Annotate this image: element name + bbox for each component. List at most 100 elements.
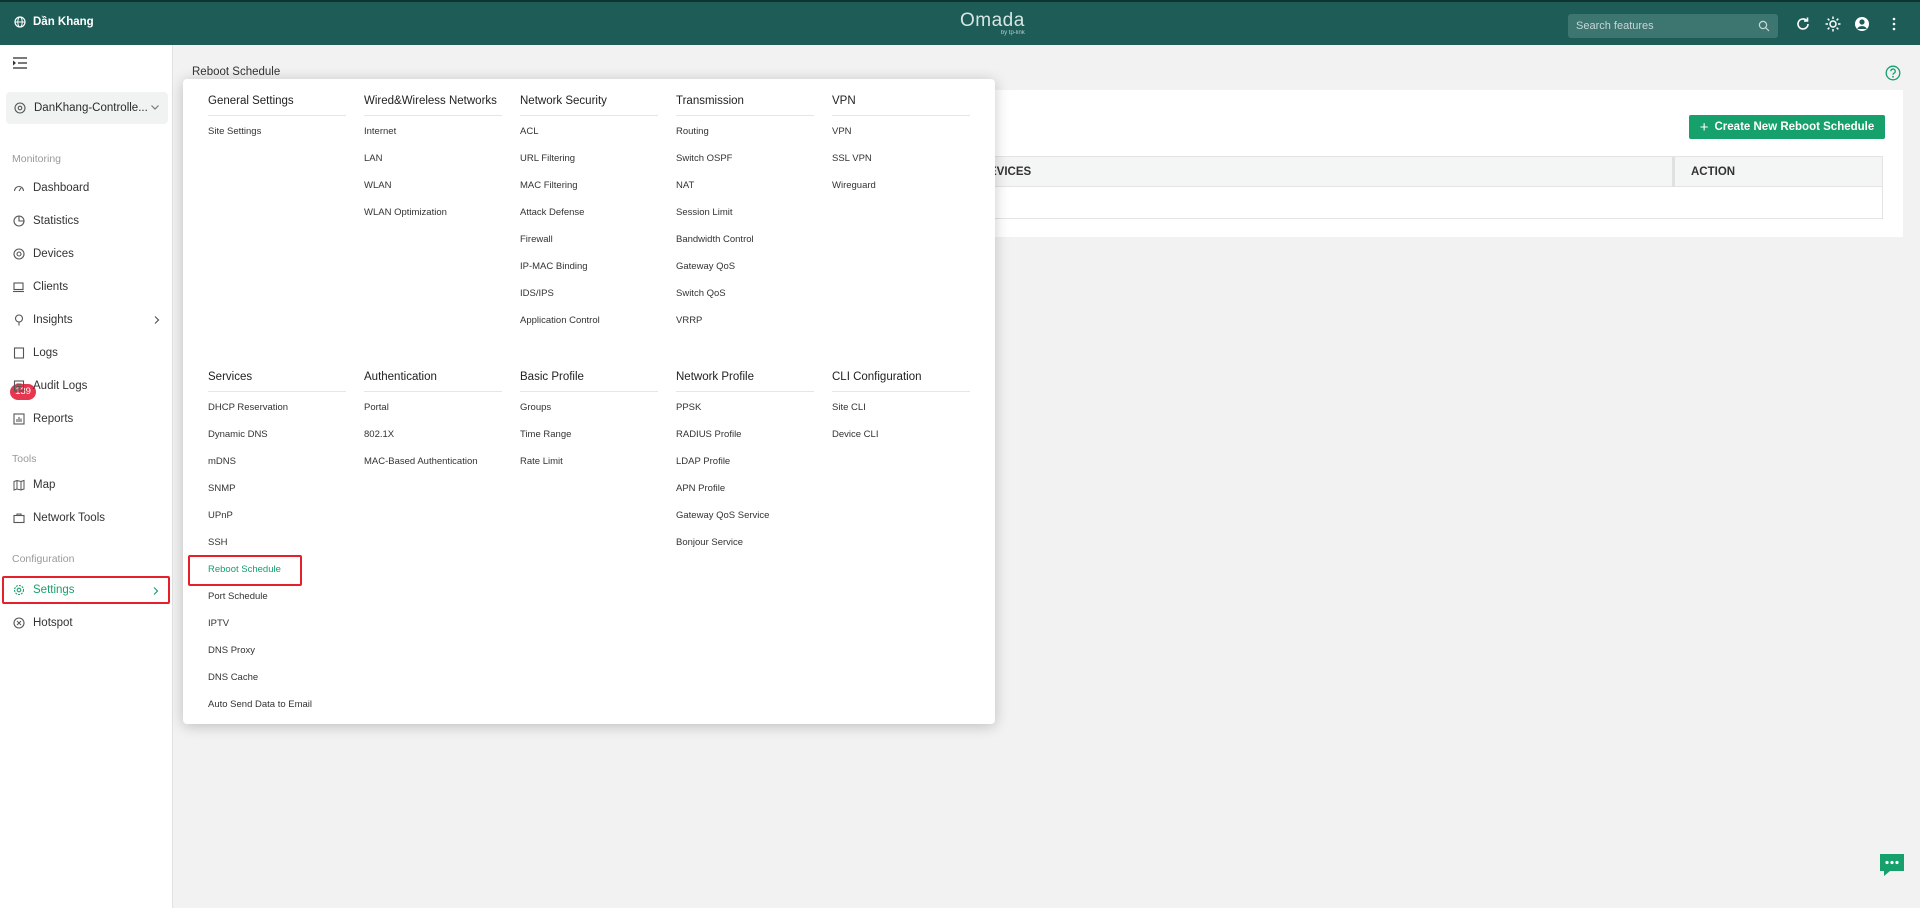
site-select[interactable]: DanKhang-Controlle... (6, 92, 168, 124)
menu-item-acl[interactable]: ACL (520, 122, 658, 149)
menu-item-apn-profile[interactable]: APN Profile (676, 479, 814, 506)
menu-item-radius-profile[interactable]: RADIUS Profile (676, 425, 814, 452)
menu-item-dynamic-dns[interactable]: Dynamic DNS (208, 425, 346, 452)
bar-chart-icon (13, 413, 25, 425)
table-header: EVICES ACTION (979, 157, 1882, 187)
menu-item-lan[interactable]: LAN (364, 149, 502, 176)
menu-item-switch-qos[interactable]: Switch QoS (676, 284, 814, 311)
column-devices: EVICES (989, 166, 1032, 178)
section-configuration: Configuration (12, 553, 75, 565)
menu-item-url-filtering[interactable]: URL Filtering (520, 149, 658, 176)
sidebar-item-label: Audit Logs (33, 380, 88, 392)
refresh-icon[interactable] (1795, 16, 1811, 32)
sidebar-item-audit-logs[interactable]: Audit Logs (4, 373, 169, 399)
map-icon (13, 479, 25, 491)
menu-item-switch-ospf[interactable]: Switch OSPF (676, 149, 814, 176)
location-pin-icon (14, 102, 26, 114)
menu-column-network-profile: Network Profile PPSK RADIUS Profile LDAP… (676, 370, 814, 560)
menu-item-internet[interactable]: Internet (364, 122, 502, 149)
sidebar-item-insights[interactable]: Insights (4, 307, 169, 333)
menu-column-title: CLI Configuration (832, 370, 970, 392)
theme-sun-icon[interactable] (1825, 16, 1841, 32)
chat-support-icon[interactable] (1878, 852, 1906, 878)
menu-item-groups[interactable]: Groups (520, 398, 658, 425)
sidebar: DanKhang-Controlle... Monitoring Dashboa… (0, 45, 173, 908)
menu-item-wireguard[interactable]: Wireguard (832, 176, 970, 203)
menu-item-portal[interactable]: Portal (364, 398, 502, 425)
menu-item-firewall[interactable]: Firewall (520, 230, 658, 257)
menu-item-dhcp-reservation[interactable]: DHCP Reservation (208, 398, 346, 425)
menu-item-vrrp[interactable]: VRRP (676, 311, 814, 338)
more-vertical-icon[interactable] (1886, 16, 1902, 32)
sidebar-item-map[interactable]: Map (4, 472, 169, 498)
menu-item-snmp[interactable]: SNMP (208, 479, 346, 506)
menu-item-bonjour-service[interactable]: Bonjour Service (676, 533, 814, 560)
sidebar-item-dashboard[interactable]: Dashboard (4, 175, 169, 201)
menu-item-nat[interactable]: NAT (676, 176, 814, 203)
menu-item-mdns[interactable]: mDNS (208, 452, 346, 479)
sidebar-item-label: Logs (33, 347, 58, 359)
menu-item-session-limit[interactable]: Session Limit (676, 203, 814, 230)
menu-item-iptv[interactable]: IPTV (208, 614, 346, 641)
sidebar-item-network-tools[interactable]: Network Tools (4, 505, 169, 531)
menu-item-application-control[interactable]: Application Control (520, 311, 658, 338)
menu-item-reboot-schedule[interactable]: Reboot Schedule (188, 555, 346, 587)
menu-item-ids-ips[interactable]: IDS/IPS (520, 284, 658, 311)
sidebar-item-clients[interactable]: Clients (4, 274, 169, 300)
menu-item-device-cli[interactable]: Device CLI (832, 425, 970, 452)
sidebar-item-devices[interactable]: Devices (4, 241, 169, 267)
menu-item-vpn[interactable]: VPN (832, 122, 970, 149)
menu-item-upnp[interactable]: UPnP (208, 506, 346, 533)
menu-item-mac-based-auth[interactable]: MAC-Based Authentication (364, 452, 502, 479)
sidebar-item-logs[interactable]: Logs (4, 340, 169, 366)
menu-column-general-settings: General Settings Site Settings (208, 94, 346, 149)
sidebar-item-statistics[interactable]: Statistics (4, 208, 169, 234)
menu-item-routing[interactable]: Routing (676, 122, 814, 149)
menu-item-site-settings[interactable]: Site Settings (208, 122, 346, 149)
section-monitoring: Monitoring (12, 153, 62, 165)
menu-column-title: Wired&Wireless Networks (364, 94, 502, 116)
search-input[interactable]: Search features (1568, 14, 1778, 38)
sidebar-item-hotspot[interactable]: Hotspot (4, 610, 169, 636)
chevron-right-icon (153, 587, 159, 595)
menu-item-rate-limit[interactable]: Rate Limit (520, 452, 658, 479)
menu-item-gateway-qos[interactable]: Gateway QoS (676, 257, 814, 284)
sidebar-item-label: Dashboard (33, 182, 90, 194)
sidebar-item-label: Map (33, 479, 56, 491)
toolbox-icon (13, 513, 25, 524)
menu-item-gateway-qos-service[interactable]: Gateway QoS Service (676, 506, 814, 533)
sidebar-item-label: Devices (33, 248, 74, 260)
chevron-right-icon (154, 316, 160, 324)
menu-item-ssl-vpn[interactable]: SSL VPN (832, 149, 970, 176)
dashboard-icon (13, 185, 25, 192)
menu-item-wlan[interactable]: WLAN (364, 176, 502, 203)
create-reboot-schedule-button[interactable]: + Create New Reboot Schedule (1689, 115, 1885, 139)
menu-column-cli-configuration: CLI Configuration Site CLI Device CLI (832, 370, 970, 452)
menu-item-site-cli[interactable]: Site CLI (832, 398, 970, 425)
menu-item-wlan-optimization[interactable]: WLAN Optimization (364, 203, 502, 230)
column-resize-handle[interactable] (1672, 157, 1675, 187)
menu-item-ip-mac-binding[interactable]: IP-MAC Binding (520, 257, 658, 284)
site-select-value: DanKhang-Controlle... (34, 102, 148, 114)
help-icon[interactable] (1885, 65, 1901, 81)
menu-item-dns-proxy[interactable]: DNS Proxy (208, 641, 346, 668)
menu-item-time-range[interactable]: Time Range (520, 425, 658, 452)
sidebar-item-reports[interactable]: Reports (4, 406, 169, 432)
site-switcher[interactable]: Dần Khang (14, 16, 94, 28)
menu-item-ldap-profile[interactable]: LDAP Profile (676, 452, 814, 479)
menu-item-dns-cache[interactable]: DNS Cache (208, 668, 346, 695)
menu-item-auto-send-data[interactable]: Auto Send Data to Email (208, 695, 346, 722)
column-action: ACTION (1691, 166, 1736, 178)
account-avatar-icon[interactable] (1854, 16, 1870, 32)
sidebar-item-label: Reports (33, 413, 74, 425)
page-title: Reboot Schedule (192, 66, 281, 78)
menu-item-bandwidth-control[interactable]: Bandwidth Control (676, 230, 814, 257)
menu-item-mac-filtering[interactable]: MAC Filtering (520, 176, 658, 203)
collapse-menu-icon[interactable] (13, 57, 27, 69)
menu-column-title: Transmission (676, 94, 814, 116)
menu-item-attack-defense[interactable]: Attack Defense (520, 203, 658, 230)
sidebar-item-settings[interactable]: Settings (2, 576, 170, 604)
menu-item-ppsk[interactable]: PPSK (676, 398, 814, 425)
menu-item-8021x[interactable]: 802.1X (364, 425, 502, 452)
menu-item-port-schedule[interactable]: Port Schedule (208, 587, 346, 614)
